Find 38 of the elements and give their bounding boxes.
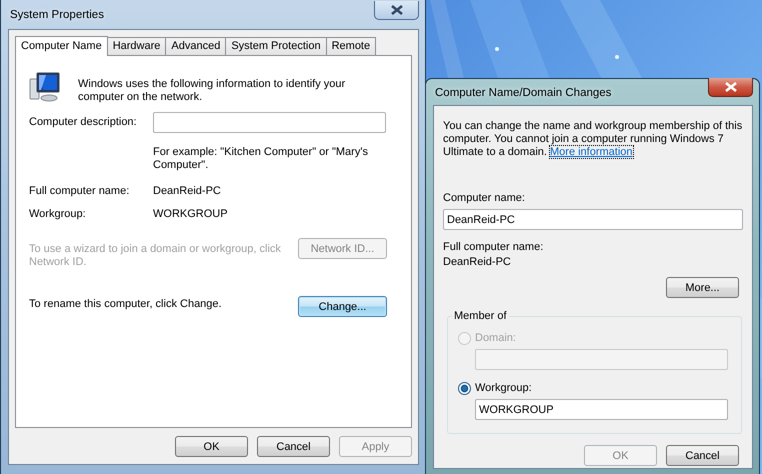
action-text: To rename this computer, click Change. [29,298,223,311]
close-button[interactable] [708,78,753,97]
action-button[interactable]: Change... [298,296,387,317]
tab[interactable]: Computer Name [15,36,108,56]
info-label: Full computer name: [29,185,130,198]
field-label: Full computer name: [443,241,544,254]
close-button[interactable] [374,1,419,20]
dialog-button[interactable]: Cancel [257,436,330,457]
radio-button[interactable] [458,382,471,394]
more-button[interactable]: More... [666,277,739,298]
field-label: Computer description: [29,116,138,129]
more-information-link[interactable]: More information [550,146,633,158]
computer-name-field[interactable]: DeanReid-PC [443,209,743,230]
member-field[interactable]: WORKGROUP [475,399,728,420]
description-field[interactable] [153,112,386,133]
close-icon [724,82,736,92]
window-title: System Properties [9,8,104,21]
intro-text: You can change the name and workgroup membership of this computer. You cannot join a computer running Windows 7 Ultimate to a domain. More information [443,120,744,159]
radio-label: Domain: [475,332,516,344]
info-value: WORKGROUP [153,208,229,221]
hint-text: For example: "Kitchen Computer" or "Mary's Computer". [153,146,369,172]
tab[interactable]: Advanced [165,37,226,55]
full-name-value: DeanReid-PC [443,256,512,269]
tab[interactable]: Hardware [106,37,166,55]
dialog-button[interactable]: Cancel [666,445,739,466]
window-title: Computer Name/Domain Changes [434,86,612,99]
close-icon [390,5,402,15]
dialog-button[interactable]: OK [175,436,248,457]
computer-icon [29,70,62,103]
field-label: Computer name: [443,192,526,205]
tab[interactable]: Remote [326,37,376,55]
group-legend: Member of [452,310,509,322]
info-label: Workgroup: [29,208,87,221]
info-value: DeanReid-PC [153,185,222,198]
tab[interactable]: System Protection [225,37,327,55]
radio-label: Workgroup: [475,382,532,394]
intro-text: Windows uses the following information to identify your computer on the network. [78,78,346,104]
action-text: To use a wizard to join a domain or workgroup, click Network ID. [29,243,282,269]
